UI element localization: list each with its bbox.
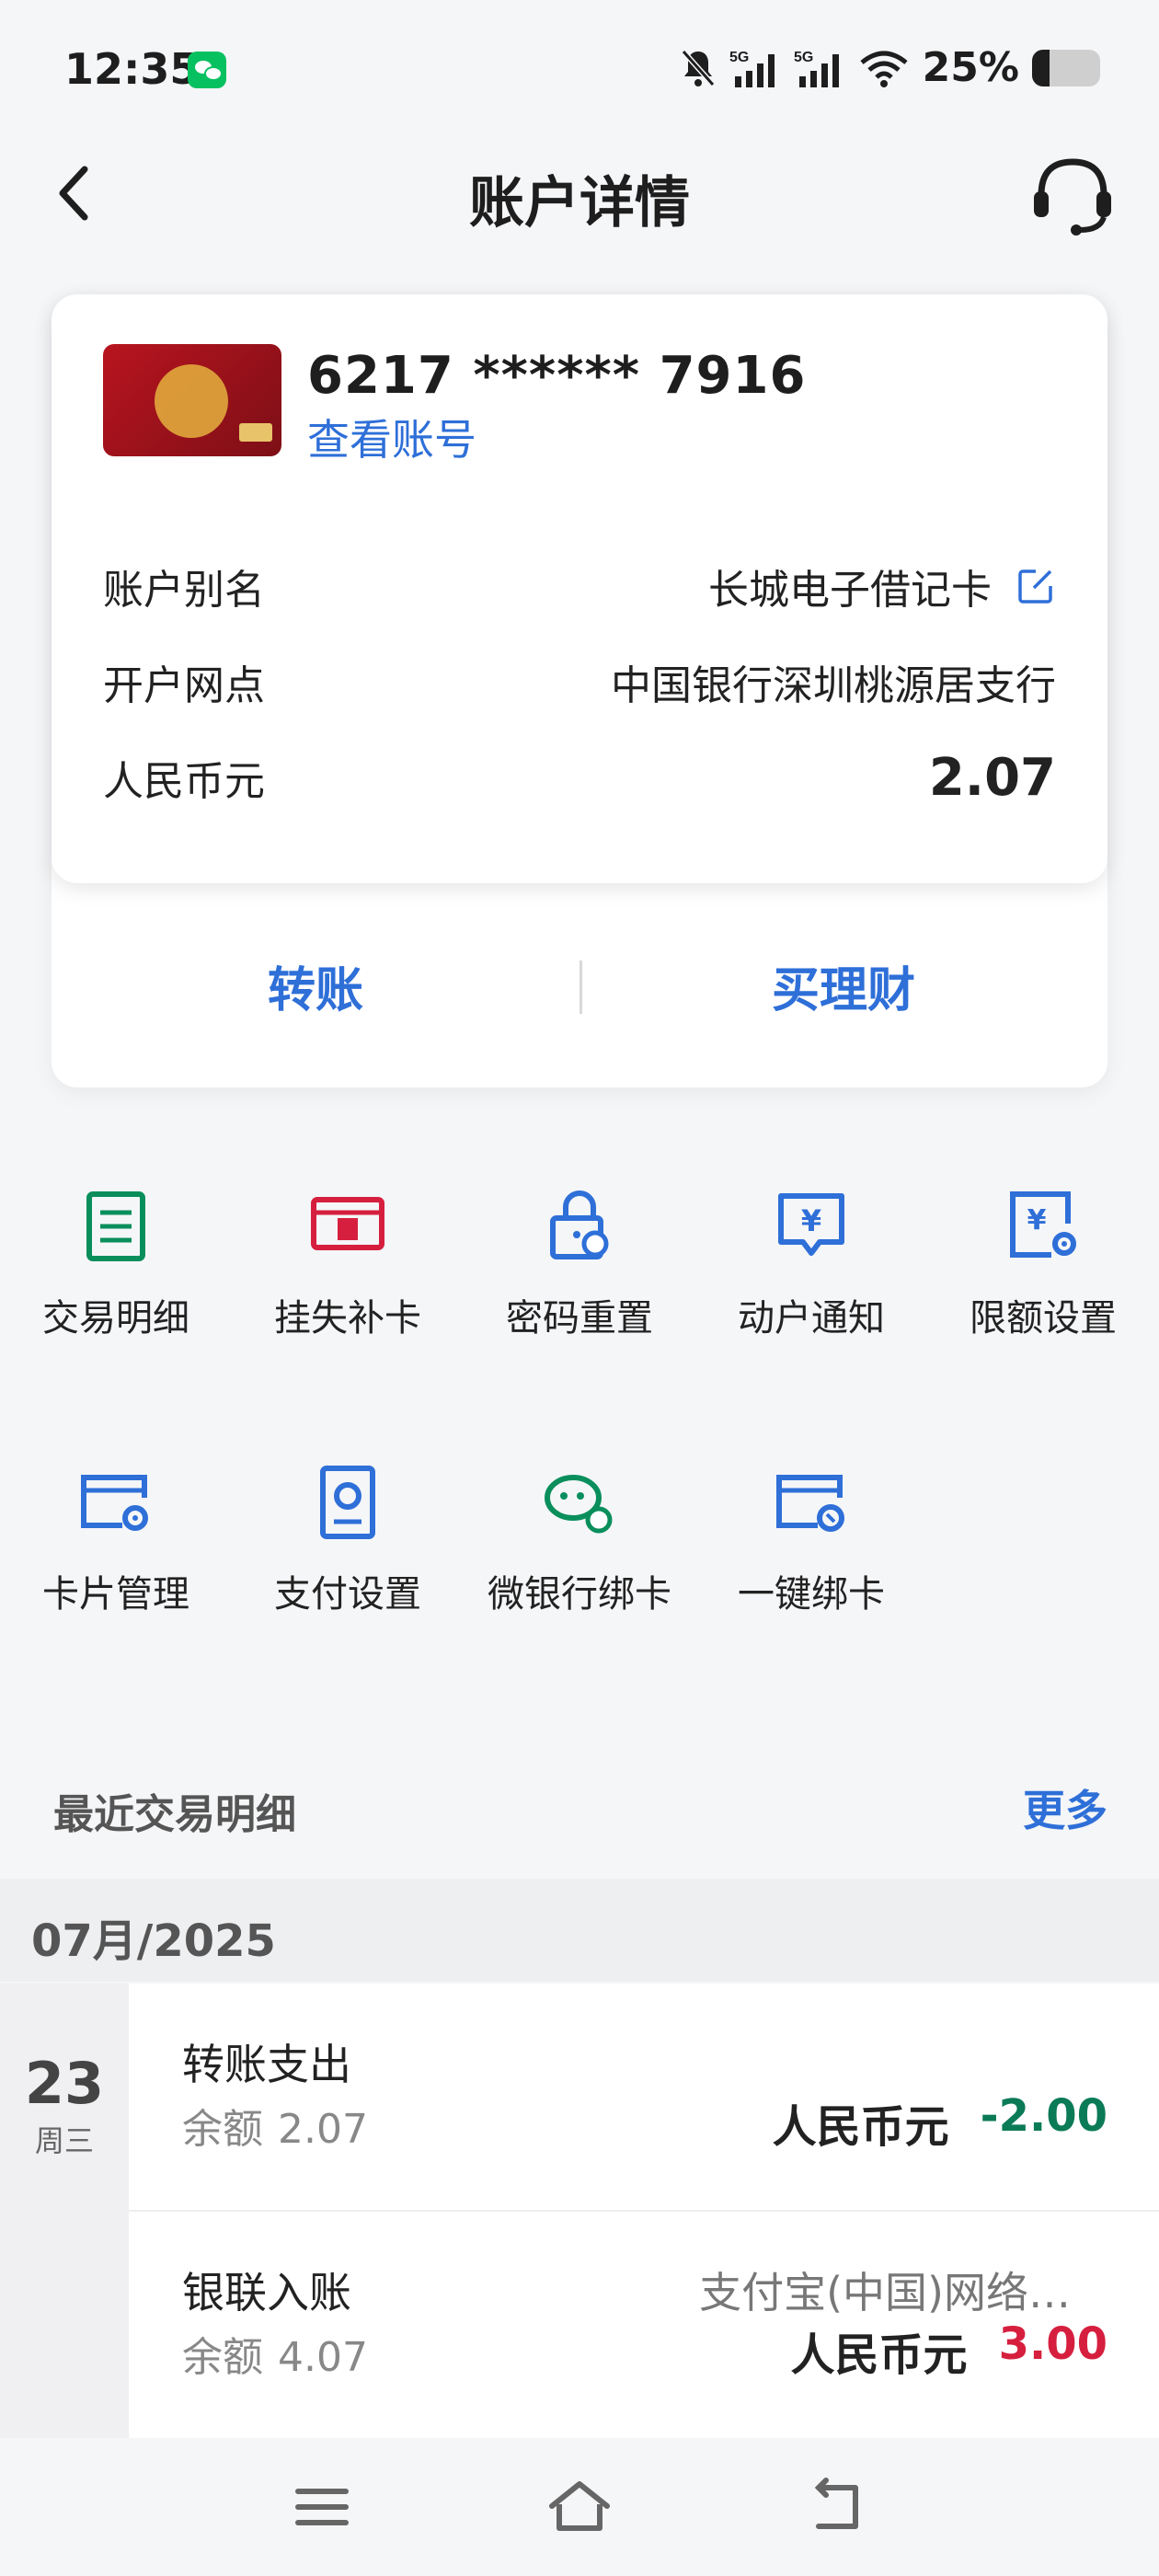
customer-service-headset-icon[interactable] (1027, 147, 1119, 239)
transaction-amount-value: -2.00 (980, 2090, 1107, 2142)
grid-label: 密码重置 (506, 1297, 653, 1340)
transaction-counterparty: 支付宝(中国)网络… (699, 2268, 1071, 2317)
branch-value: 中国银行深圳桃源居支行 (611, 662, 1056, 709)
recent-transactions-title: 最近交易明细 (53, 1791, 296, 1838)
transaction-amount: 人民币元 -2.00 (773, 2090, 1107, 2155)
weekday-label: 周三 (34, 2123, 94, 2158)
account-alias-label: 账户别名 (103, 567, 265, 614)
balance-row: 人民币元 2.07 (103, 745, 1056, 810)
buy-wealth-button[interactable]: 买理财 (580, 883, 1107, 1087)
status-time: 12:35 (64, 44, 200, 94)
card-actions: 转账 买理财 (52, 883, 1107, 1087)
transaction-balance: 余额 2.07 (182, 2106, 368, 2153)
page-title: 账户详情 (469, 171, 690, 236)
mute-bell-icon (681, 49, 715, 86)
edit-icon[interactable] (1016, 566, 1056, 606)
transaction-currency: 人民币元 (790, 2329, 968, 2381)
transaction-title: 转账支出 (182, 2040, 351, 2089)
more-link[interactable]: 更多 (1023, 1777, 1107, 1838)
grid-item-wechat-bind[interactable]: 微银行绑卡 (464, 1426, 695, 1616)
transaction-list: 转账支出 余额 2.07 人民币元 -2.00 银联入账 支付宝(中国)网络… 余… (129, 1984, 1159, 2440)
account-alias-value: 长城电子借记卡 (708, 567, 992, 614)
signal-5g-icon-2: 5G (794, 50, 839, 87)
transaction-row[interactable]: 银联入账 支付宝(中国)网络… 余额 4.07 人民币元 3.00 (129, 2212, 1159, 2440)
wechat-bind-icon (545, 1475, 613, 1534)
grid-item-limit-settings[interactable]: ¥ 限额设置 (927, 1150, 1159, 1340)
grid-item-account-notice[interactable]: ¥ 动户通知 (695, 1150, 927, 1340)
month-header: 07月/2025 (0, 1879, 1159, 1982)
battery-icon (1032, 49, 1100, 86)
transaction-amount: 人民币元 3.00 (791, 2318, 1107, 2383)
svg-text:¥: ¥ (801, 1203, 821, 1238)
grid-item-transaction-detail[interactable]: 交易明细 (0, 1150, 232, 1340)
branch-label: 开户网点 (103, 662, 265, 709)
grid-item-password-reset[interactable]: 密码重置 (464, 1150, 695, 1340)
wifi-icon (860, 51, 908, 87)
grid-label: 卡片管理 (42, 1573, 189, 1616)
card-management-icon (81, 1475, 148, 1531)
report-loss-icon (311, 1197, 384, 1250)
grid-label: 动户通知 (738, 1297, 885, 1340)
svg-text:5G: 5G (794, 50, 813, 65)
grid-label: 挂失补卡 (274, 1297, 421, 1340)
month-label: 07月/2025 (31, 1915, 276, 1967)
account-notice-icon: ¥ (778, 1193, 844, 1256)
grid-item-payment-settings[interactable]: 支付设置 (232, 1426, 464, 1616)
transaction-detail-icon (86, 1191, 145, 1261)
balance-value: 2.07 (928, 747, 1056, 808)
grid-label: 交易明细 (42, 1297, 189, 1340)
one-click-bind-icon (776, 1475, 844, 1532)
date-column: 23 周三 (0, 1984, 129, 2444)
transaction-amount-value: 3.00 (998, 2318, 1107, 2370)
transaction-balance: 余额 4.07 (182, 2334, 368, 2381)
grid-item-card-management[interactable]: 卡片管理 (0, 1426, 232, 1616)
limit-settings-icon: ¥ (1010, 1191, 1076, 1258)
account-card: 6217 ****** 7916 查看账号 账户别名 长城电子借记卡 开户网点 … (52, 294, 1107, 1087)
branch-row: 开户网点 中国银行深圳桃源居支行 (103, 650, 1056, 714)
battery-percent: 25% (922, 44, 1019, 91)
grid-label: 微银行绑卡 (488, 1573, 671, 1616)
grid-item-one-click-bind[interactable]: 一键绑卡 (695, 1426, 927, 1616)
view-account-link[interactable]: 查看账号 (307, 407, 476, 467)
payment-settings-icon (320, 1466, 375, 1539)
transfer-button[interactable]: 转账 (52, 883, 580, 1087)
status-indicators: 5G 5G 25% (680, 44, 1100, 91)
back-nav-icon[interactable] (800, 2475, 874, 2539)
signal-5g-icon: 5G (729, 50, 775, 87)
grid-item-report-loss[interactable]: 挂失补卡 (232, 1150, 464, 1340)
transaction-currency: 人民币元 (772, 2101, 949, 2153)
transaction-row[interactable]: 转账支出 余额 2.07 人民币元 -2.00 (129, 1984, 1159, 2212)
app-header: 账户详情 (0, 138, 1159, 248)
card-number: 6217 ****** 7916 (307, 346, 807, 406)
status-bar: 12:35 5G 5G 25% (0, 0, 1159, 138)
wechat-notification-icon (188, 52, 226, 88)
menu-icon[interactable] (285, 2475, 359, 2539)
svg-text:¥: ¥ (1027, 1204, 1047, 1236)
day-number: 23 (24, 2050, 105, 2117)
password-reset-icon (550, 1190, 609, 1259)
home-icon[interactable] (543, 2475, 616, 2539)
account-alias-row: 账户别名 长城电子借记卡 (103, 554, 1056, 618)
transaction-title: 银联入账 (182, 2268, 351, 2317)
grid-label: 限额设置 (970, 1297, 1117, 1340)
currency-label: 人民币元 (103, 758, 265, 805)
svg-text:5G: 5G (729, 50, 749, 65)
grid-label: 一键绑卡 (738, 1573, 885, 1616)
system-nav-bar (0, 2438, 1159, 2576)
bank-card-image (103, 344, 281, 456)
grid-label: 支付设置 (274, 1573, 421, 1616)
account-card-info: 6217 ****** 7916 查看账号 账户别名 长城电子借记卡 开户网点 … (52, 294, 1107, 883)
